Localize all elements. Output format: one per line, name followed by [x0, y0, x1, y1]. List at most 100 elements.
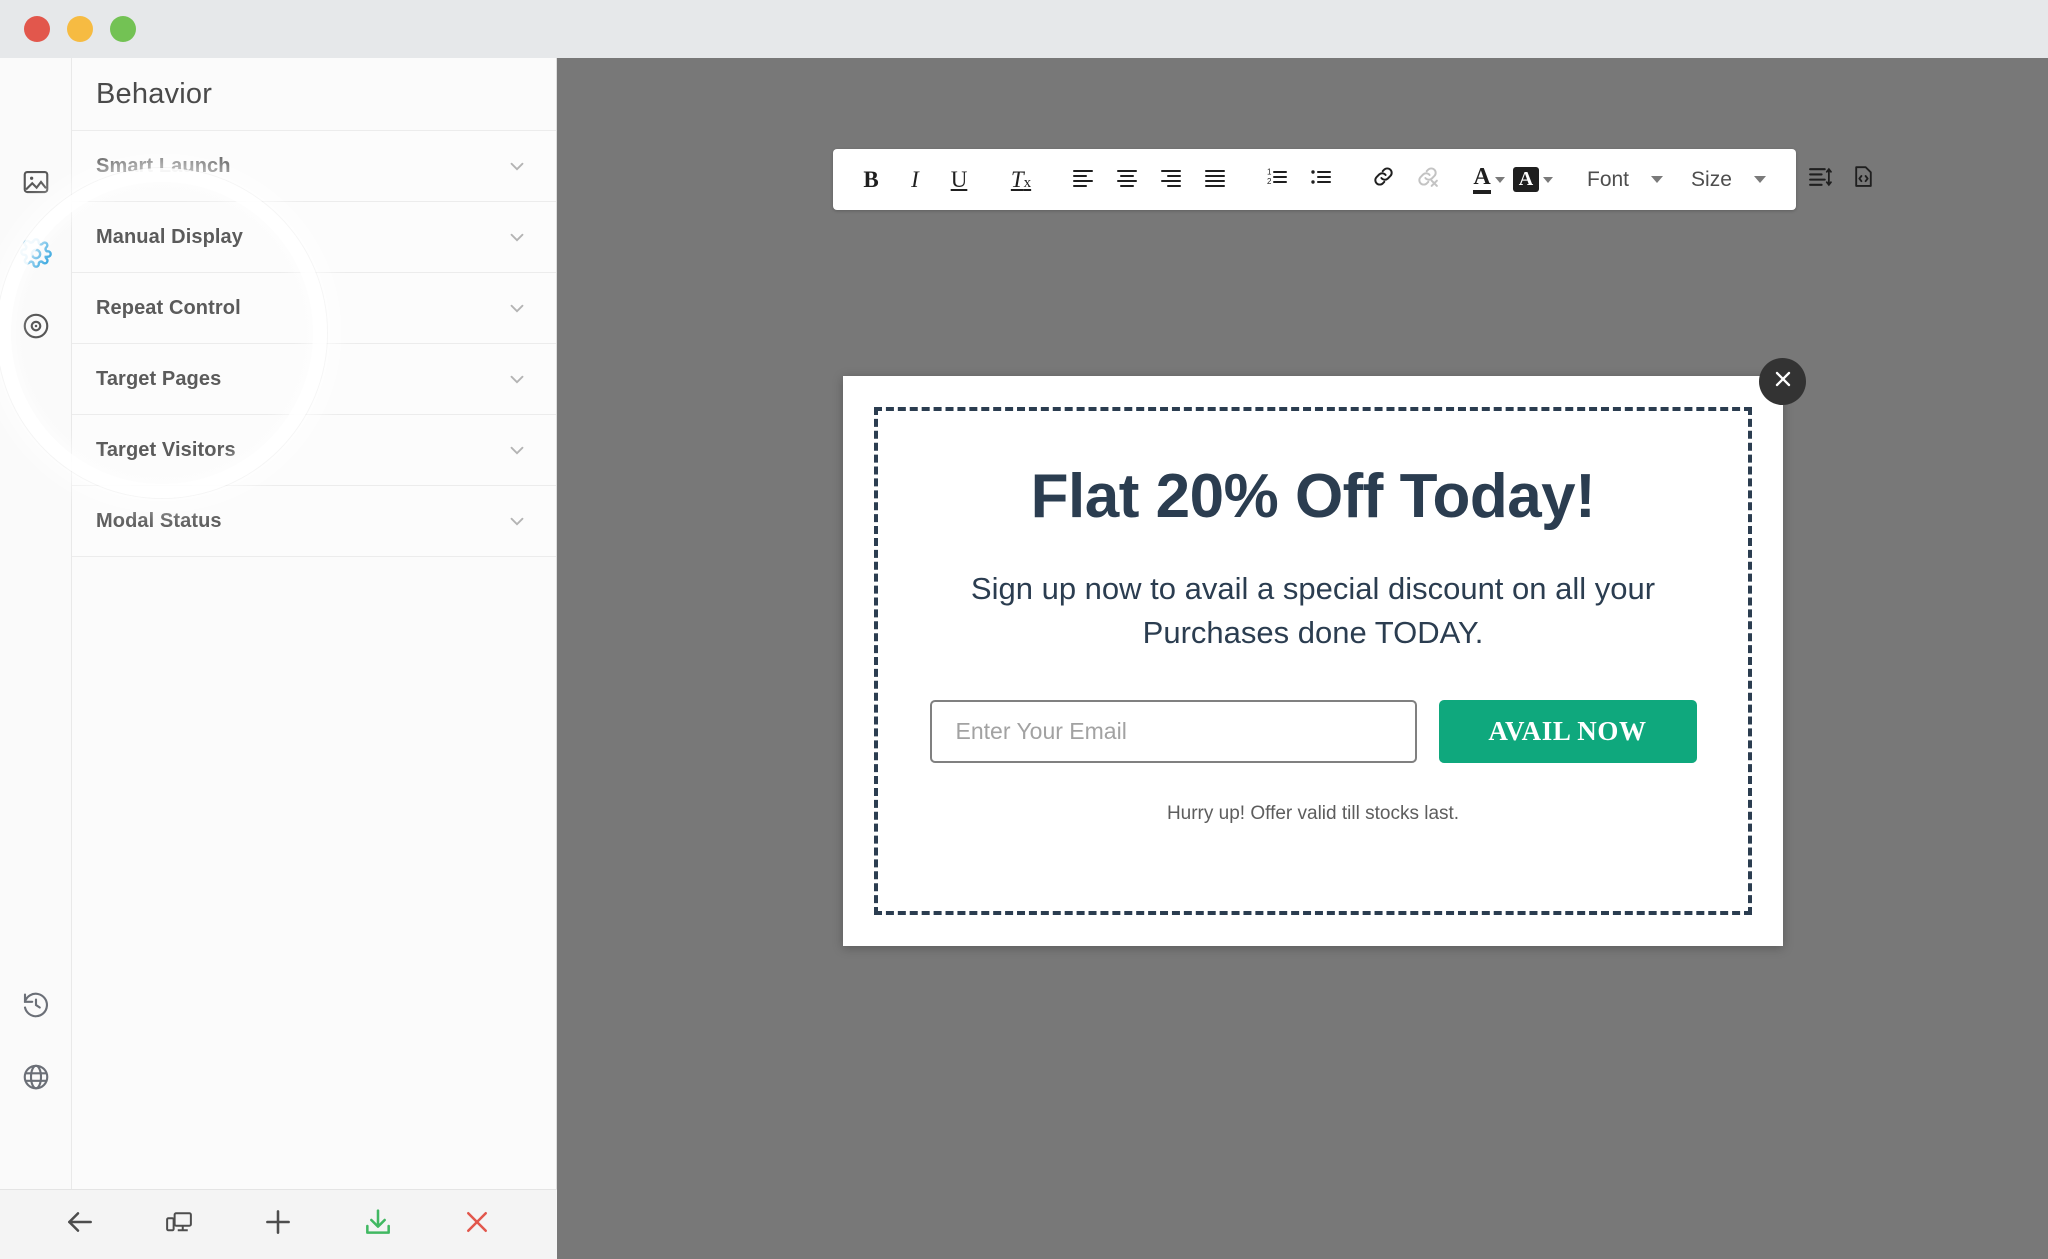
source-code-button[interactable] [1842, 158, 1886, 202]
unordered-list-icon [1309, 165, 1333, 195]
align-justify-button[interactable] [1193, 158, 1237, 202]
align-justify-icon [1203, 165, 1227, 195]
add-button[interactable] [250, 1197, 306, 1253]
chevron-down-icon [506, 439, 528, 461]
email-input[interactable] [929, 700, 1417, 764]
modal-headline: Flat 20% Off Today! [1030, 462, 1596, 531]
line-height-icon [1807, 164, 1833, 195]
source-code-icon [1851, 164, 1876, 195]
rich-text-toolbar: B I U Tx 1 2 A A Font Size [833, 149, 1873, 210]
ordered-list-button[interactable]: 1 2 [1255, 158, 1299, 202]
link-icon [1371, 164, 1396, 195]
align-right-icon [1159, 165, 1183, 195]
font-family-dropdown[interactable]: Font [1573, 158, 1677, 202]
icon-rail-top-group [0, 146, 72, 362]
bold-button[interactable]: B [849, 158, 893, 202]
accordion-label: Smart Launch [96, 154, 231, 177]
align-left-icon [1071, 165, 1095, 195]
rail-item-settings[interactable] [0, 218, 72, 290]
italic-button[interactable]: I [893, 158, 937, 202]
underline-icon: U [950, 166, 968, 192]
close-x-icon [462, 1207, 492, 1242]
align-center-icon [1115, 165, 1139, 195]
line-height-button[interactable] [1798, 158, 1842, 202]
globe-icon [21, 1062, 51, 1092]
chevron-down-icon [1494, 176, 1505, 183]
window-maximize-button[interactable] [110, 16, 136, 42]
highlight-color-button[interactable]: A [1511, 158, 1555, 202]
target-icon [21, 311, 51, 341]
icon-rail [0, 58, 72, 1189]
font-size-dropdown[interactable]: Size [1677, 158, 1780, 202]
unordered-list-button[interactable] [1299, 158, 1343, 202]
bold-icon: B [863, 166, 879, 192]
chevron-down-icon [1753, 176, 1766, 183]
accordion-label: Target Visitors [96, 438, 236, 461]
accordion-item-manual-display[interactable]: Manual Display [72, 202, 556, 273]
modal-close-button[interactable] [1759, 358, 1806, 405]
remove-format-button[interactable]: Tx [999, 158, 1043, 202]
image-icon [21, 167, 51, 197]
svg-text:1: 1 [1267, 167, 1272, 176]
modal-footer-note: Hurry up! Offer valid till stocks last. [1166, 803, 1460, 825]
rail-item-appearance[interactable] [0, 146, 72, 218]
accordion-label: Modal Status [96, 509, 222, 532]
accordion-label: Manual Display [96, 225, 243, 248]
download-icon [362, 1206, 394, 1243]
save-button[interactable] [350, 1197, 406, 1253]
window-controls [24, 16, 136, 42]
accordion-label: Target Pages [96, 367, 222, 390]
font-dropdown-label: Font [1587, 167, 1630, 191]
responsive-preview-button[interactable] [151, 1197, 207, 1253]
chevron-down-icon [506, 155, 528, 177]
insert-link-button[interactable] [1361, 158, 1405, 202]
popup-modal-preview[interactable]: Flat 20% Off Today! Sign up now to avail… [843, 376, 1783, 946]
align-right-button[interactable] [1149, 158, 1193, 202]
highlight-color-icon: A [1512, 167, 1554, 192]
underline-button[interactable]: U [937, 158, 981, 202]
back-button[interactable] [52, 1197, 108, 1253]
panel-bottom-toolbar [0, 1189, 557, 1259]
accordion-item-target-pages[interactable]: Target Pages [72, 344, 556, 415]
app-window: Behavior Smart Launch Manual Display Rep… [0, 0, 2048, 1259]
accordion-item-repeat-control[interactable]: Repeat Control [72, 273, 556, 344]
chevron-down-icon [506, 297, 528, 319]
gear-icon [20, 238, 52, 270]
window-close-button[interactable] [24, 16, 50, 42]
size-dropdown-label: Size [1691, 167, 1732, 191]
italic-icon: I [911, 166, 919, 192]
page-title: Behavior [96, 77, 213, 110]
unlink-button[interactable] [1405, 158, 1449, 202]
avail-now-button[interactable]: AVAIL NOW [1438, 700, 1697, 764]
text-color-button[interactable]: A [1467, 158, 1511, 202]
accordion-label: Repeat Control [96, 296, 241, 319]
accordion-item-smart-launch[interactable]: Smart Launch [72, 131, 556, 202]
history-icon [21, 990, 51, 1020]
align-center-button[interactable] [1105, 158, 1149, 202]
modal-subtext: Sign up now to avail a special discount … [970, 571, 1656, 651]
rail-item-triggers[interactable] [0, 290, 72, 362]
align-left-button[interactable] [1061, 158, 1105, 202]
rail-item-publish[interactable] [0, 1041, 72, 1113]
window-titlebar [0, 0, 2048, 58]
devices-icon [164, 1207, 194, 1242]
behavior-panel: Behavior Smart Launch Manual Display Rep… [0, 58, 557, 1189]
window-minimize-button[interactable] [67, 16, 93, 42]
modal-signup-form: AVAIL NOW [929, 700, 1697, 764]
rail-item-history[interactable] [0, 969, 72, 1041]
accordion-item-modal-status[interactable]: Modal Status [72, 486, 556, 557]
text-color-icon: A [1473, 164, 1505, 195]
remove-format-icon: Tx [1010, 166, 1032, 192]
accordion-item-target-visitors[interactable]: Target Visitors [72, 415, 556, 486]
svg-text:2: 2 [1267, 177, 1272, 186]
ordered-list-icon: 1 2 [1265, 165, 1289, 195]
unlink-icon [1415, 164, 1440, 195]
accordion-list: Smart Launch Manual Display Repeat Contr… [72, 130, 556, 557]
chevron-down-icon [1543, 176, 1554, 183]
discard-button[interactable] [449, 1197, 505, 1253]
plus-icon [261, 1205, 295, 1244]
chevron-down-icon [506, 368, 528, 390]
chevron-down-icon [1651, 176, 1664, 183]
chevron-down-icon [506, 510, 528, 532]
chevron-down-icon [506, 226, 528, 248]
